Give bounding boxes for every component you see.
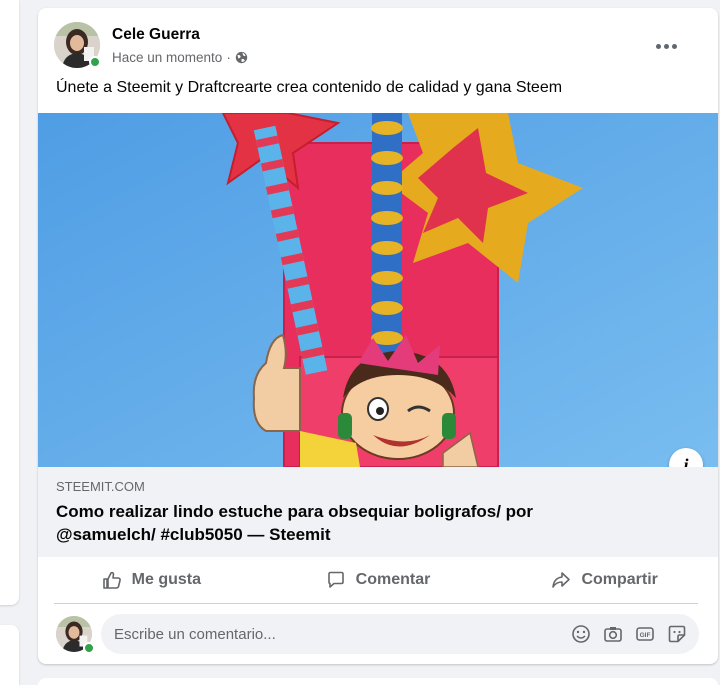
comment-tools: GIF <box>571 624 687 644</box>
like-label: Me gusta <box>131 571 201 588</box>
emoji-icon[interactable] <box>571 624 591 644</box>
post-header: Cele Guerra Hace un momento · <box>54 22 694 70</box>
comment-placeholder: Escribe un comentario... <box>114 625 276 643</box>
link-preview-image[interactable] <box>38 113 718 467</box>
link-domain: STEEMIT.COM <box>56 479 145 494</box>
comment-label: Comentar <box>355 571 431 588</box>
share-button[interactable]: Compartir <box>491 561 718 599</box>
post-timestamp[interactable]: Hace un momento <box>112 50 222 65</box>
online-status-dot <box>89 56 101 68</box>
dot-icon <box>671 43 677 49</box>
comment-icon <box>327 571 344 588</box>
globe-icon <box>235 51 247 64</box>
post-meta: Hace un momento · <box>112 50 248 65</box>
like-button[interactable]: Me gusta <box>38 561 265 599</box>
share-label: Compartir <box>581 571 658 588</box>
thumbs-up-icon <box>102 571 121 589</box>
link-preview[interactable]: STEEMIT.COM Como realizar lindo estuche … <box>38 467 718 557</box>
feed-post: Cele Guerra Hace un momento · Únete a St… <box>38 8 718 664</box>
share-icon <box>552 572 571 588</box>
dot-icon <box>663 43 669 49</box>
left-column-card <box>0 0 19 605</box>
actions-divider <box>54 603 698 604</box>
online-status-dot <box>83 642 95 654</box>
meta-separator: · <box>226 50 231 65</box>
camera-icon[interactable] <box>603 624 623 644</box>
dot-icon <box>655 43 661 49</box>
next-feed-card <box>38 678 718 685</box>
post-actions: Me gusta Comentar Compartir <box>38 557 718 603</box>
comment-button[interactable]: Comentar <box>265 561 492 599</box>
author-name[interactable]: Cele Guerra <box>112 26 200 44</box>
sticker-icon[interactable] <box>667 624 687 644</box>
link-title[interactable]: Como realizar lindo estuche para obsequi… <box>56 500 616 546</box>
post-text: Únete a Steemit y Draftcrearte crea cont… <box>56 79 563 96</box>
more-options-button[interactable] <box>648 34 684 58</box>
svg-text:GIF: GIF <box>640 632 651 639</box>
gif-icon[interactable]: GIF <box>635 624 655 644</box>
left-column-card-lower <box>0 625 19 685</box>
comment-input[interactable]: Escribe un comentario... GIF <box>101 614 699 654</box>
